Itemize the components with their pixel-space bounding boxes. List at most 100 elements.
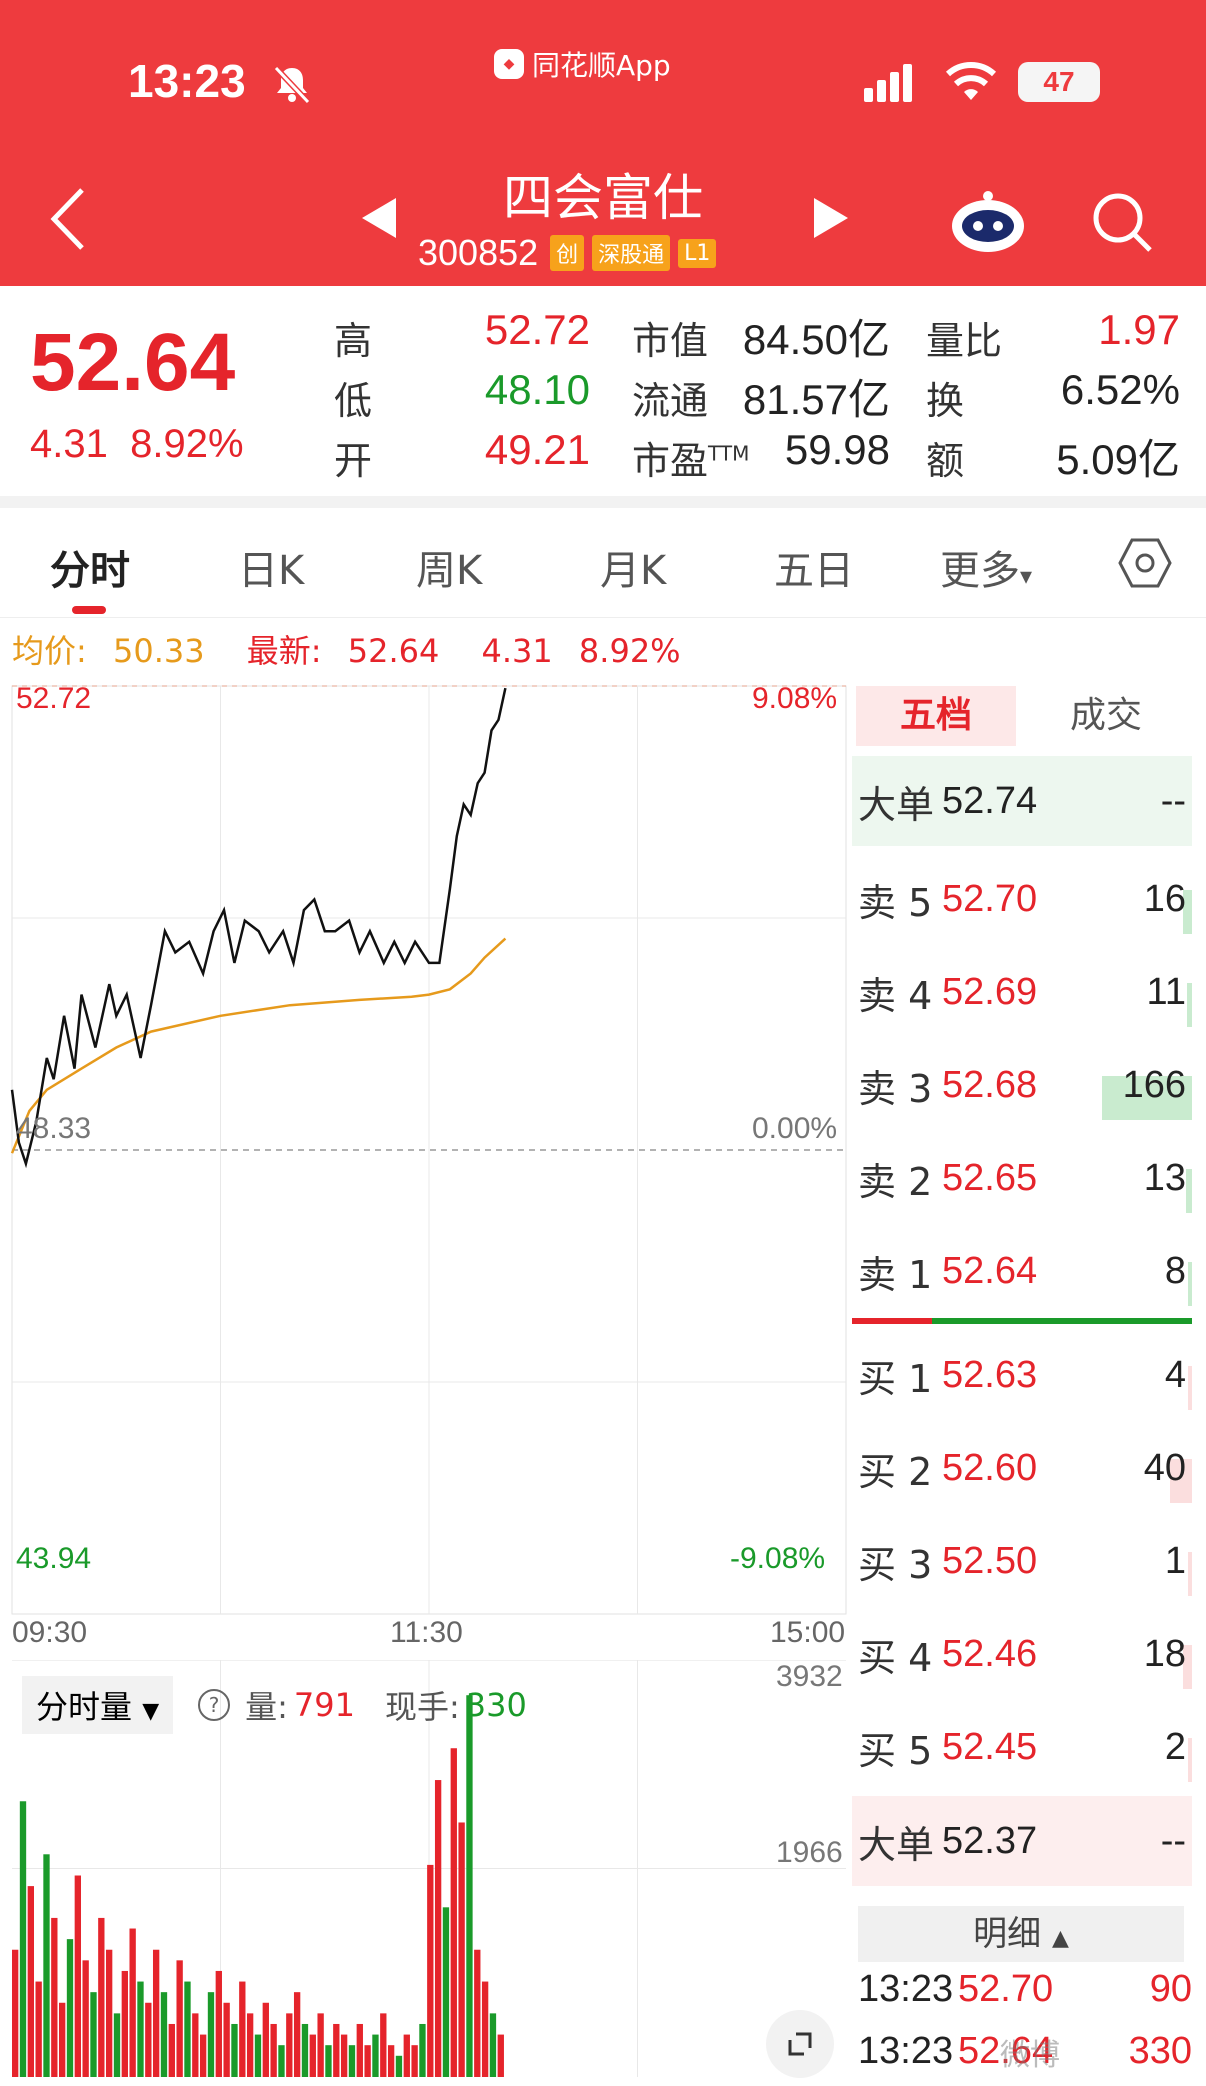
- tab-monthly-k[interactable]: 月K: [600, 538, 666, 596]
- volume-bar-25: [207, 1992, 215, 2077]
- tab-weekly-k[interactable]: 周K: [416, 538, 482, 596]
- volume-bar-16: [137, 1981, 144, 2077]
- buy-row-1[interactable]: 买 2 52.60 40: [852, 1423, 1192, 1513]
- volume-bar-0: [12, 1949, 19, 2077]
- buy-volume: 1: [1102, 1540, 1192, 1596]
- volume-bar-22: [184, 1981, 191, 2077]
- buy-label: 买 1: [858, 1356, 933, 1401]
- volume-bar-9: [82, 1960, 89, 2077]
- tab-five-levels[interactable]: 五档: [856, 686, 1016, 746]
- watermark: 微博: [1000, 2038, 1060, 2073]
- sell-row-2[interactable]: 卖 3 52.68 166: [852, 1040, 1192, 1130]
- value-low: 48.10: [484, 366, 590, 413]
- buy-row-3[interactable]: 买 4 52.46 18: [852, 1609, 1192, 1699]
- volume-type-dropdown[interactable]: 分时量 ▼: [22, 1676, 174, 1734]
- label-open: 开: [334, 439, 373, 483]
- volume-bar-59: [474, 1949, 481, 2077]
- search-icon[interactable]: [1090, 190, 1154, 254]
- value-volume-ratio: 1.97: [1098, 306, 1180, 353]
- volume-bar-47: [380, 2013, 387, 2077]
- volume-bar-31: [254, 2034, 262, 2077]
- tab-five-day[interactable]: 五日: [774, 538, 854, 596]
- buy-row-0[interactable]: 买 1 52.63 4: [852, 1330, 1192, 1420]
- tick-time: 13:23: [858, 1968, 954, 2010]
- buy-price: 52.60: [942, 1446, 1038, 1489]
- volume-bar-21: [176, 1960, 183, 2077]
- buy-label: 买 4: [858, 1635, 933, 1680]
- volume-bar-37: [301, 2023, 309, 2077]
- sell-label: 卖 1: [858, 1252, 933, 1297]
- volume-bar-39: [317, 2013, 324, 2077]
- label-amount: 额: [926, 439, 965, 483]
- sell-volume: 166: [1102, 1064, 1192, 1120]
- tab-more[interactable]: 更多▾: [940, 538, 1032, 596]
- volume-bar-11: [98, 1917, 105, 2077]
- volume-bar-36: [293, 1992, 301, 2077]
- sell-row-1[interactable]: 卖 4 52.69 11: [852, 947, 1192, 1037]
- app-source-badge[interactable]: ◆ 同花顺App: [494, 44, 671, 84]
- tab-intraday[interactable]: 分时: [50, 538, 130, 596]
- app-logo-icon: ◆: [494, 49, 524, 79]
- axis-bot-price: 43.94: [16, 1542, 92, 1575]
- signal-icon: [864, 64, 912, 102]
- axis-top-pct: 9.08%: [752, 682, 838, 715]
- caret-up-icon: ▲: [1051, 1926, 1069, 1951]
- volume-bar-58: [466, 1695, 473, 2077]
- sell-row-4[interactable]: 卖 1 52.64 8: [852, 1226, 1192, 1316]
- sell-price: 52.64: [942, 1249, 1038, 1292]
- sell-row-0[interactable]: 卖 5 52.70 16: [852, 854, 1192, 944]
- volume-bar-8: [74, 1875, 81, 2077]
- buy-label: 买 3: [858, 1542, 933, 1587]
- battery-indicator: 47: [1018, 62, 1100, 102]
- robot-assistant-icon[interactable]: [950, 190, 1026, 254]
- volume-bar-24: [199, 2034, 207, 2077]
- tab-trades[interactable]: 成交: [1026, 686, 1186, 746]
- volume-bar-5: [51, 1917, 58, 2077]
- axis-bot-pct: -9.08%: [730, 1542, 826, 1575]
- value-float-cap: 81.57亿: [742, 376, 890, 423]
- volume-bar-51: [411, 2045, 418, 2077]
- sell-price: 52.69: [942, 970, 1038, 1013]
- buy-price: 52.50: [942, 1539, 1038, 1582]
- volume-bar-29: [239, 1981, 246, 2077]
- volume-bar-33: [270, 2023, 277, 2077]
- volume-bar-1: [19, 1801, 27, 2077]
- volume-bar-56: [450, 1748, 457, 2077]
- buy-row-4[interactable]: 买 5 52.45 2: [852, 1702, 1192, 1792]
- sell-row-3[interactable]: 卖 2 52.65 13: [852, 1133, 1192, 1223]
- axis-mid-price: 48.33: [16, 1112, 92, 1145]
- sell-price: 52.70: [942, 877, 1038, 920]
- buy-row-2[interactable]: 买 3 52.50 1: [852, 1516, 1192, 1606]
- volume-bar-49: [395, 2055, 403, 2077]
- tag-chinext: 创: [550, 235, 585, 271]
- tick-row: 13:23 52.70 90: [858, 1968, 1192, 2024]
- tag-level: L1: [678, 238, 717, 268]
- settings-hexagon-icon[interactable]: [1118, 536, 1172, 590]
- buy-volume: 40: [1102, 1447, 1192, 1503]
- help-icon[interactable]: ?: [197, 1688, 231, 1722]
- volume-bar-45: [364, 2045, 371, 2077]
- volume-bar-17: [145, 2002, 152, 2077]
- intraday-chart[interactable]: 52.72 9.08% 48.33 0.00% 43.94 -9.08% 09:…: [0, 676, 850, 1649]
- volume-max-label: 3932: [776, 1660, 843, 1693]
- volume-mid-label: 1966: [776, 1836, 843, 1869]
- price-change: 4.31 8.92%: [30, 422, 244, 466]
- axis-mid-pct: 0.00%: [752, 1112, 838, 1145]
- sell-price: 52.68: [942, 1063, 1038, 1106]
- value-high: 52.72: [484, 306, 590, 353]
- axis-time-start: 09:30: [12, 1616, 88, 1649]
- latest-change-legend: 4.31: [481, 632, 553, 670]
- buy-label: 买 5: [858, 1728, 933, 1773]
- volume-bar-40: [325, 2045, 332, 2077]
- volume-bar-23: [192, 2013, 199, 2077]
- volume-bar-27: [223, 2002, 230, 2077]
- sell-volume: 11: [1102, 971, 1192, 1027]
- tab-daily-k[interactable]: 日K: [238, 538, 304, 596]
- detail-toggle-button[interactable]: 明细 ▲: [858, 1906, 1184, 1962]
- sell-label: 卖 2: [858, 1159, 933, 1204]
- stock-code-row: 300852 创 深股通 L1: [418, 232, 717, 274]
- tab-active-indicator: [72, 606, 106, 614]
- label-float-cap: 流通: [632, 379, 709, 423]
- expand-icon[interactable]: [766, 2010, 834, 2078]
- volume-bar-2: [27, 1886, 34, 2077]
